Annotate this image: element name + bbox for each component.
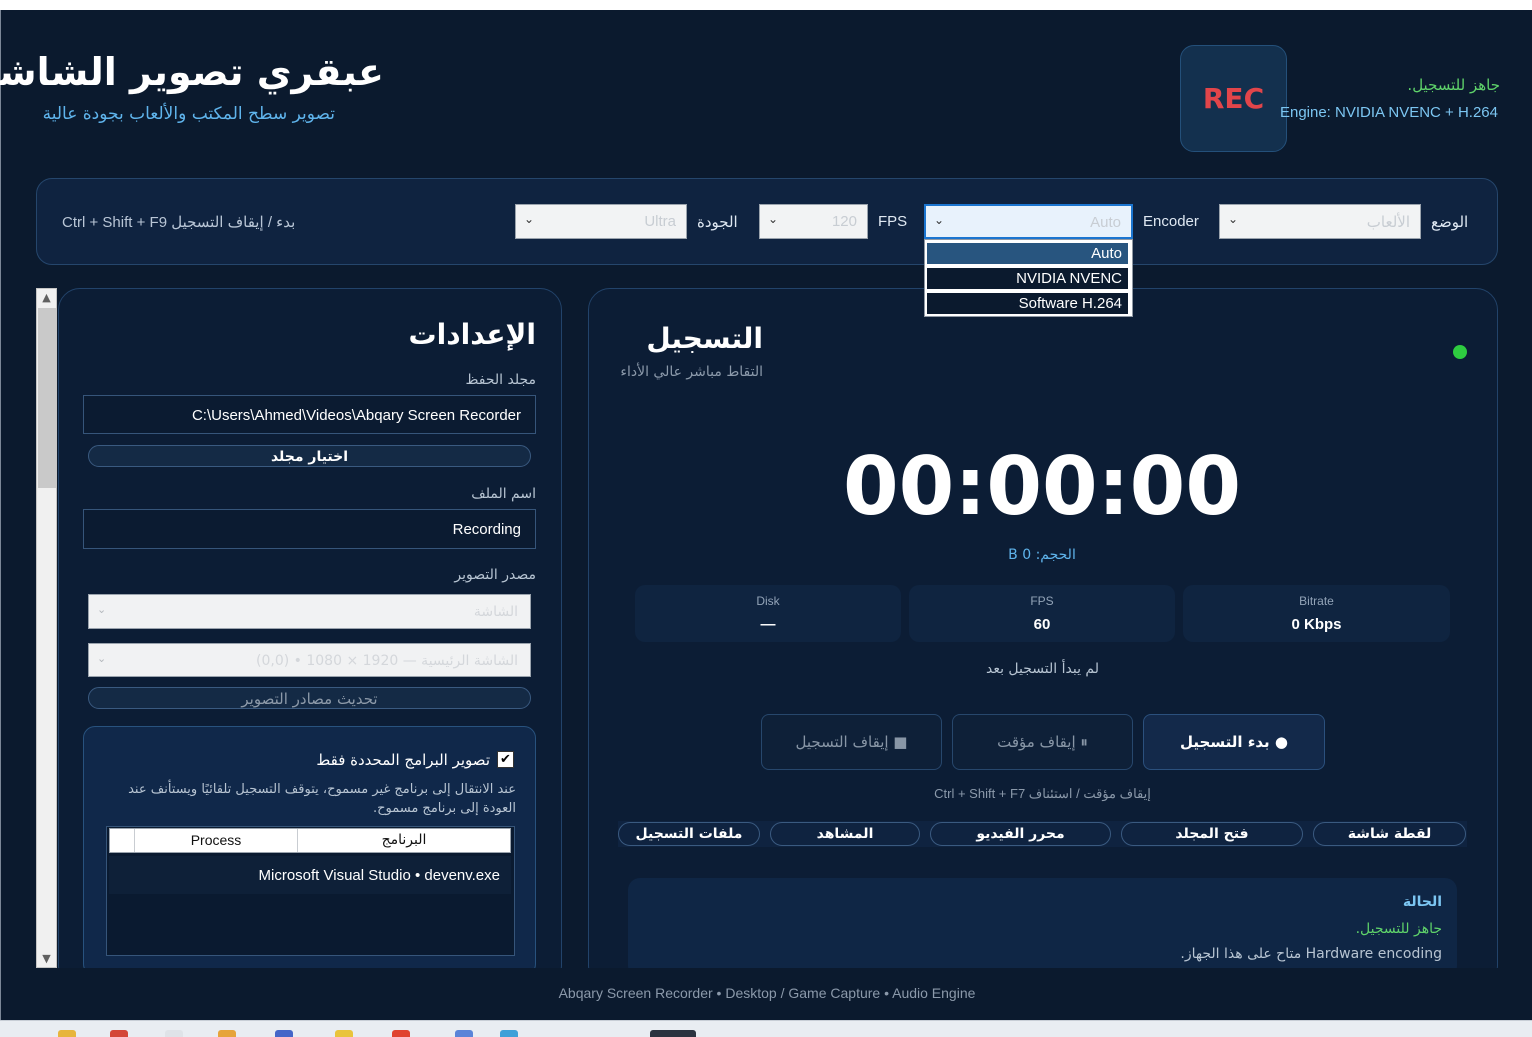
settings-title: الإعدادات <box>408 318 536 351</box>
column-header-program[interactable]: البرنامج <box>297 829 510 852</box>
taskbar-app-icon[interactable] <box>392 1030 410 1037</box>
screenshot-button[interactable]: لقطة شاشة <box>1313 822 1466 846</box>
rec-badge: REC <box>1180 45 1287 152</box>
source-label: مصدر التصوير <box>454 567 536 583</box>
monitor-value: الشاشة الرئيسية — 1920 × 1080 • (0,0) <box>256 653 518 669</box>
stop-recording-button[interactable]: ■ إيقاف التسجيل <box>761 714 942 770</box>
mode-label: الوضع <box>1431 213 1469 231</box>
video-editor-button[interactable]: محرر الفيديو <box>930 822 1111 846</box>
stat-disk: Disk — <box>635 585 901 642</box>
only-apps-description: عند الانتقال إلى برنامج غير مسموح، يتوقف… <box>128 782 516 816</box>
scrollbar-thumb[interactable] <box>38 308 56 488</box>
only-apps-checkbox[interactable]: ✔ <box>497 751 514 768</box>
source-value: الشاشة <box>473 604 518 620</box>
taskbar-app-icon[interactable] <box>218 1030 236 1037</box>
taskbar-app-icon[interactable] <box>165 1030 183 1037</box>
status-hardware: Hardware encoding متاح على هذا الجهاز. <box>1180 946 1442 962</box>
window-top-edge <box>0 0 1532 10</box>
encoder-option-software[interactable]: Software H.264 <box>927 293 1128 314</box>
live-status-dot <box>1453 345 1467 359</box>
app-title: عبقري تصوير الشاشة <box>0 50 384 94</box>
taskbar-app-icon[interactable] <box>335 1030 353 1037</box>
recordings-files-button[interactable]: ملفات التسجيل <box>618 822 760 846</box>
taskbar-app-icon[interactable] <box>455 1030 473 1037</box>
footer-text: Abqary Screen Recorder • Desktop / Game … <box>558 985 976 1001</box>
quality-value: Ultra <box>644 213 676 230</box>
only-apps-label: تصوير البرامج المحددة فقط <box>316 751 490 769</box>
stat-fps-key: FPS <box>1030 594 1054 608</box>
recording-state: لم يبدأ التسجيل بعد <box>985 661 1100 677</box>
recording-timer: 00:00:00 <box>843 440 1241 533</box>
quality-select[interactable]: Ultra ⌄ <box>515 204 687 239</box>
engine-label: Engine: NVIDIA NVENC + H.264 <box>1279 104 1498 121</box>
recording-title: التسجيل <box>646 322 763 355</box>
start-recording-button[interactable]: ● بدء التسجيل <box>1143 714 1325 770</box>
status-ready: جاهز للتسجيل. <box>1355 921 1442 937</box>
folder-label: مجلد الحفظ <box>465 372 536 388</box>
choose-folder-button[interactable]: اختيار مجلد <box>88 445 531 467</box>
taskbar-active-app-icon[interactable] <box>650 1030 696 1037</box>
chevron-down-icon: ⌄ <box>1228 212 1239 226</box>
folder-value: C:\Users\Ahmed\Videos\Abqary Screen Reco… <box>191 407 521 424</box>
filename-value: Recording <box>452 521 521 538</box>
stat-bitrate-key: Bitrate <box>1299 594 1334 608</box>
app-subtitle: تصوير سطح المكتب والألعاب بجودة عالية <box>42 104 335 124</box>
column-header-process[interactable]: Process <box>134 829 297 852</box>
folder-field[interactable]: C:\Users\Ahmed\Videos\Abqary Screen Reco… <box>83 395 536 434</box>
stat-disk-value: — <box>760 616 776 633</box>
scroll-down-icon[interactable]: ▼ <box>37 950 56 967</box>
open-folder-button[interactable]: فتح المجلد <box>1121 822 1303 846</box>
chevron-down-icon: ⌄ <box>97 652 107 665</box>
chevron-down-icon: ⌄ <box>934 213 945 227</box>
stat-fps: FPS 60 <box>909 585 1175 642</box>
recording-subtitle: التقاط مباشر عالي الأداء <box>620 364 763 380</box>
pause-button[interactable]: ⏸ إيقاف مؤقت <box>952 714 1133 770</box>
file-size: الحجم: 0 B <box>1008 547 1076 563</box>
filename-field[interactable]: Recording <box>83 509 536 549</box>
stat-disk-key: Disk <box>756 594 780 608</box>
status-title: الحالة <box>1402 894 1442 910</box>
chevron-down-icon: ⌄ <box>524 212 535 226</box>
monitor-select[interactable]: الشاشة الرئيسية — 1920 × 1080 • (0,0) ⌄ <box>88 643 531 677</box>
chevron-down-icon: ⌄ <box>97 603 107 616</box>
taskbar-app-icon[interactable] <box>500 1030 518 1037</box>
scroll-up-icon[interactable]: ▲ <box>37 289 56 306</box>
stat-bitrate: Bitrate 0 Kbps <box>1183 585 1450 642</box>
table-row-app: Microsoft Visual Studio • devenv.exe <box>258 867 501 884</box>
refresh-sources-button[interactable]: تحديث مصادر التصوير <box>88 687 531 709</box>
encoder-select[interactable]: Auto ⌄ <box>924 204 1133 239</box>
fps-value: 120 <box>831 213 857 230</box>
taskbar-app-icon[interactable] <box>58 1030 76 1037</box>
quality-label: الجودة <box>697 213 738 231</box>
header-status: جاهز للتسجيل. <box>1407 76 1500 94</box>
scenes-button[interactable]: المشاهد <box>770 822 920 846</box>
fps-select[interactable]: 120 ⌄ <box>759 204 868 239</box>
encoder-value: Auto <box>1090 214 1121 231</box>
stat-bitrate-value: 0 Kbps <box>1291 616 1342 633</box>
chevron-down-icon: ⌄ <box>768 212 779 226</box>
encoder-label: Encoder <box>1143 213 1199 230</box>
encoder-option-auto[interactable]: Auto <box>927 243 1128 264</box>
taskbar-app-icon[interactable] <box>110 1030 128 1037</box>
mode-select[interactable]: الألعاب ⌄ <box>1219 204 1421 239</box>
taskbar-app-icon[interactable] <box>275 1030 293 1037</box>
fps-label: FPS <box>878 213 908 230</box>
filename-label: اسم الملف <box>471 486 536 502</box>
encoder-option-nvenc[interactable]: NVIDIA NVENC <box>927 268 1128 289</box>
status-card <box>628 878 1457 978</box>
hotkey-hint: Ctrl + Shift + F9 بدء / إيقاف التسجيل <box>62 214 296 231</box>
source-select[interactable]: الشاشة ⌄ <box>88 594 531 629</box>
pause-hotkey-hint: Ctrl + Shift + F7 إيقاف مؤقت / استئناف <box>934 786 1151 801</box>
stat-fps-value: 60 <box>1033 616 1051 633</box>
mode-value: الألعاب <box>1366 213 1410 231</box>
